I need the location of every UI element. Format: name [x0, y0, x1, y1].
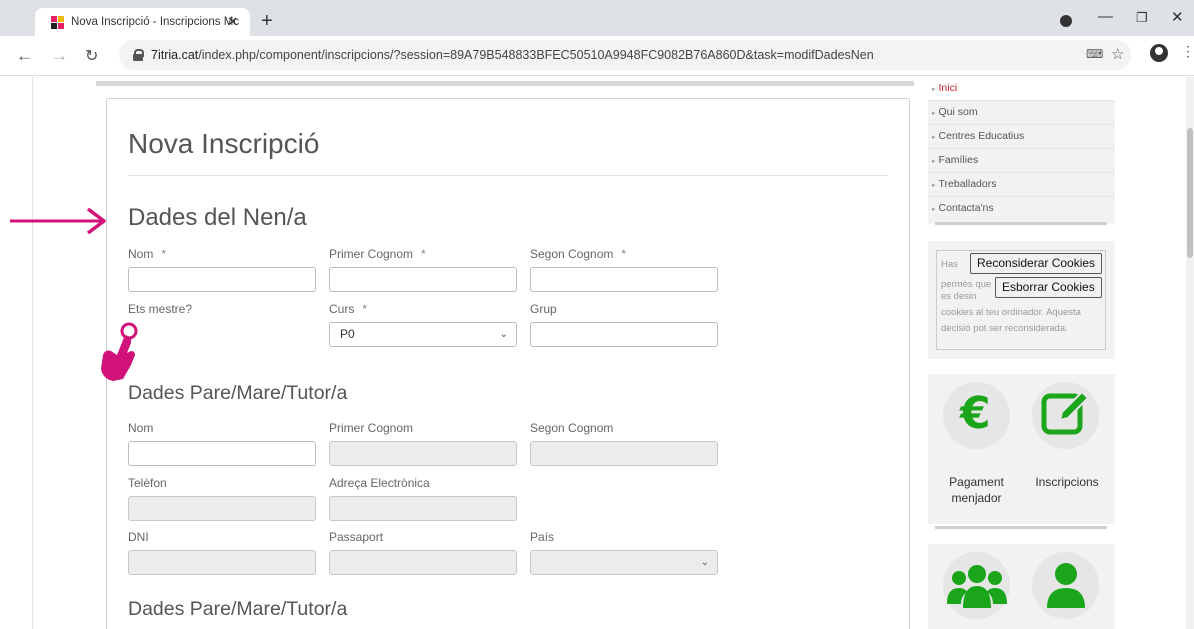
tab-strip: Nova Inscripció - Inscripcions Mc ✕ + — …	[0, 0, 1194, 36]
sidebar-menu: ▸ Inici ▸ Qui som ▸ Centres Educatius ▸ Famí…	[928, 77, 1115, 224]
telefon-label: Telèfon	[128, 476, 167, 490]
user-link[interactable]	[1032, 552, 1099, 619]
payment-link[interactable]: €	[943, 382, 1010, 449]
child-nom-label: Nom *	[128, 247, 167, 261]
parent-segon-cognom-input[interactable]	[530, 441, 718, 466]
bookmark-star-icon[interactable]: ☆	[1111, 45, 1124, 63]
menu-shadow	[935, 222, 1107, 225]
email-input[interactable]	[329, 496, 517, 521]
lock-icon	[133, 49, 144, 61]
menu-item-contacta[interactable]: ▸ Contacta'ns	[928, 197, 1115, 221]
dni-input[interactable]	[128, 550, 316, 575]
chevron-down-icon: ⌄	[700, 557, 709, 568]
curs-selected-value: P0	[340, 327, 355, 341]
pais-select[interactable]: ⌄	[530, 550, 718, 575]
scrollbar-thumb[interactable]	[1187, 128, 1193, 258]
profile-avatar-icon[interactable]	[1150, 44, 1168, 62]
reconsider-cookies-button[interactable]: Reconsiderar Cookies	[970, 253, 1103, 274]
inscriptions-label: Inscripcions	[1035, 475, 1099, 489]
section-title-child: Dades del Nen/a	[128, 204, 307, 231]
restore-icon[interactable]: ❐	[1136, 10, 1148, 26]
child-primer-cognom-label: Primer Cognom *	[329, 247, 426, 261]
cookie-text-line: decisió pot ser reconsiderada.	[941, 323, 1068, 334]
user-icon	[1047, 563, 1085, 608]
address-bar[interactable]: 7itria.cat/index.php/component/inscripci…	[119, 40, 1131, 70]
minimize-icon[interactable]: —	[1098, 8, 1113, 25]
page-content: Nova Inscripció Dades del Nen/a Nom * Pri…	[0, 77, 1194, 629]
menu-item-qui-som[interactable]: ▸ Qui som	[928, 101, 1115, 125]
grup-label: Grup	[530, 302, 557, 316]
menu-item-centres[interactable]: ▸ Centres Educatius	[928, 125, 1115, 149]
pointing-hand-icon	[101, 322, 138, 381]
pais-label: País	[530, 530, 555, 544]
tab-close-icon[interactable]: ✕	[227, 14, 238, 30]
section-title-parent-2: Dades Pare/Mare/Tutor/a	[128, 598, 348, 620]
group-users-icon	[947, 565, 1007, 608]
email-label: Adreça Electrònica	[329, 476, 430, 490]
child-nom-input[interactable]	[128, 267, 316, 292]
families-link[interactable]	[943, 552, 1010, 619]
cookie-panel: Has permès que es desin cookies al teu o…	[928, 241, 1115, 359]
url-path: /index.php/component/inscripcions/?sessi…	[198, 48, 874, 62]
reload-icon[interactable]: ↻	[85, 46, 98, 66]
browser-window: Nova Inscripció - Inscripcions Mc ✕ + — …	[0, 0, 1194, 629]
users-widget	[928, 544, 1115, 629]
inscriptions-link[interactable]	[1032, 382, 1099, 449]
forward-icon[interactable]: →	[51, 46, 68, 66]
child-segon-cognom-input[interactable]	[530, 267, 718, 292]
passaport-input[interactable]	[329, 550, 517, 575]
grup-input[interactable]	[530, 322, 718, 347]
translate-icon[interactable]: ⌨	[1086, 47, 1103, 61]
divider	[128, 175, 888, 176]
edit-icon	[1041, 390, 1090, 435]
section-title-parent: Dades Pare/Mare/Tutor/a	[128, 382, 348, 404]
child-segon-cognom-label: Segon Cognom *	[530, 247, 627, 261]
back-icon[interactable]: ←	[16, 46, 33, 66]
browser-tab[interactable]: Nova Inscripció - Inscripcions Mc ✕	[35, 8, 250, 36]
parent-primer-cognom-input[interactable]	[329, 441, 517, 466]
parent-segon-cognom-label: Segon Cognom	[530, 421, 614, 435]
widget-shadow	[935, 526, 1107, 529]
dni-label: DNI	[128, 530, 149, 544]
browser-toolbar: ← → ↻ 7itria.cat/index.php/component/ins…	[0, 36, 1194, 76]
passaport-label: Passaport	[329, 530, 384, 544]
url-host: 7itria.cat	[151, 48, 199, 62]
telefon-input[interactable]	[128, 496, 316, 521]
profile-indicator-icon[interactable]	[1060, 15, 1072, 27]
payment-label: Pagament menjador	[949, 475, 1004, 505]
chevron-down-icon: ⌄	[499, 329, 508, 340]
tab-title: Nova Inscripció - Inscripcions Mc	[71, 16, 239, 28]
site-favicon-icon	[51, 15, 65, 29]
curs-select[interactable]: P0 ⌄	[329, 322, 517, 347]
page-title: Nova Inscripció	[128, 128, 320, 159]
menu-item-treballadors[interactable]: ▸ Treballadors	[928, 173, 1115, 197]
curs-label: Curs *	[329, 302, 368, 316]
euro-icon: €	[960, 388, 991, 439]
cookie-text-line: cookies al teu ordinador. Aquesta	[941, 307, 1081, 318]
new-tab-icon[interactable]: +	[261, 10, 273, 33]
menu-item-inici[interactable]: ▸ Inici	[928, 77, 1115, 101]
page-border	[32, 77, 33, 629]
quick-links-widget: € Pagament menjador Inscripcions	[928, 374, 1115, 524]
menu-kebab-icon[interactable]: ⋮	[1181, 43, 1194, 60]
content-top-bar	[96, 81, 914, 86]
parent-primer-cognom-label: Primer Cognom	[329, 421, 414, 435]
close-window-icon[interactable]: ✕	[1171, 8, 1184, 26]
child-primer-cognom-input[interactable]	[329, 267, 517, 292]
annotation-arrow-icon	[10, 208, 106, 234]
delete-cookies-button[interactable]: Esborrar Cookies	[995, 277, 1102, 298]
parent-nom-label: Nom	[128, 421, 154, 435]
parent-nom-input[interactable]	[128, 441, 316, 466]
menu-item-families[interactable]: ▸ Famílies	[928, 149, 1115, 173]
mestre-label: Ets mestre?	[128, 302, 193, 316]
